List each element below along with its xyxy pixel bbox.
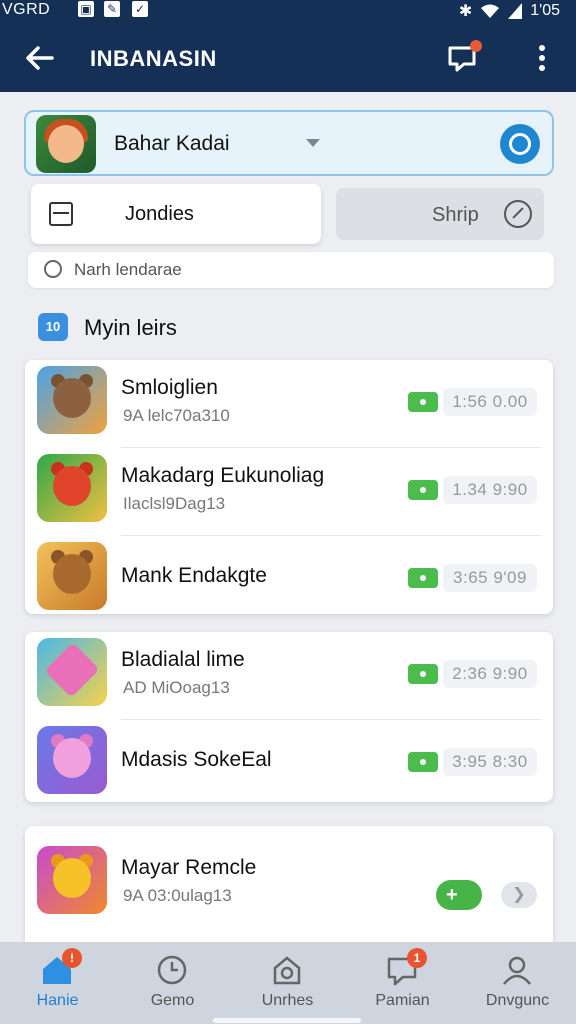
status-icons: ✱ 1'05 — [459, 1, 560, 21]
notification-badge: 1 — [407, 948, 427, 968]
list-item[interactable]: Bladialal lime AD MiOoag13 2:36 9:90 — [25, 632, 553, 720]
item-time: 1.34 9:90 — [443, 476, 537, 504]
enabled-toggle[interactable] — [408, 392, 438, 412]
item-title: Mank Endakgte — [121, 564, 267, 587]
chevron-down-icon[interactable] — [306, 139, 320, 147]
nav-label: Unrhes — [261, 992, 314, 1009]
info-icon — [44, 260, 62, 278]
item-title: Bladialal lime — [121, 648, 245, 671]
app-list-card: Mayar Remcle 9A 03:0ulag13 + ❯ — [25, 826, 553, 942]
chat-badge — [470, 40, 482, 52]
nav-label: Hanie — [36, 992, 79, 1009]
gamepad-icon — [273, 956, 301, 985]
enabled-toggle[interactable] — [408, 568, 438, 588]
search-hint-bar[interactable]: Narh lendarae — [28, 252, 554, 288]
nav-item-profile[interactable]: Dnvgunc — [460, 942, 575, 1024]
fox-app-icon — [37, 454, 107, 522]
bear-app-icon — [37, 542, 107, 610]
image-notification-icon: ▣ — [78, 1, 94, 17]
list-item[interactable]: Mdasis SokeEal 3:95 8:30 — [25, 720, 553, 802]
home-indicator — [213, 1018, 361, 1023]
list-item[interactable]: Mayar Remcle 9A 03:0ulag13 + ❯ — [25, 840, 553, 928]
enabled-toggle[interactable] — [408, 664, 438, 684]
enabled-toggle[interactable] — [408, 480, 438, 500]
item-time: 1:56 0.00 — [443, 388, 537, 416]
bear-app-icon — [37, 726, 107, 794]
list-item[interactable]: Smloiglien 9A lelc70a310 1:56 0.00 — [25, 360, 553, 448]
enabled-toggle[interactable] — [408, 752, 438, 772]
bear-app-icon — [37, 366, 107, 434]
chat-icon[interactable] — [444, 40, 484, 76]
item-subtitle: AD MiOoag13 — [123, 678, 230, 697]
item-subtitle: 9A lelc70a310 — [123, 406, 230, 425]
more-options-icon[interactable] — [530, 40, 554, 76]
wifi-icon — [481, 4, 500, 18]
list-item[interactable]: Makadarg Eukunoliag Ilaclsl9Dag13 1.34 9… — [25, 448, 553, 536]
person-icon — [503, 956, 531, 985]
bluetooth-icon: ✱ — [458, 3, 473, 20]
account-name: Bahar Kadai — [114, 132, 230, 155]
app-header: VGRD ▣ ✎ ✓ ✱ 1'05 INBANASIN — [0, 0, 576, 92]
carrier-label: VGRD — [2, 1, 51, 18]
item-title: Mdasis SokeEal — [121, 748, 272, 771]
item-title: Smloiglien — [121, 376, 218, 399]
chevron-right-icon[interactable]: ❯ — [501, 882, 537, 908]
item-title: Makadarg Eukunoliag — [121, 464, 325, 487]
primary-action-button[interactable]: Jondies — [31, 184, 321, 244]
nav-item-messages[interactable]: 1 Pamian — [345, 942, 460, 1024]
list-item[interactable]: Mank Endakgte 3:65 9'09 — [25, 536, 553, 614]
signal-icon — [508, 3, 523, 19]
primary-action-label: Jondies — [125, 203, 194, 225]
item-title: Mayar Remcle — [121, 856, 257, 879]
nav-label: Gemo — [150, 992, 195, 1009]
kite-app-icon — [37, 638, 107, 706]
item-subtitle: 9A 03:0ulag13 — [123, 886, 232, 905]
add-toggle[interactable]: + — [436, 880, 482, 910]
checkbox-icon — [49, 202, 73, 226]
nav-item-games[interactable]: Unrhes — [230, 942, 345, 1024]
check-notification-icon: ✓ — [132, 1, 148, 17]
item-time: 2:36 9:90 — [443, 660, 537, 688]
power-icon[interactable] — [500, 124, 540, 164]
secondary-action-button[interactable]: Shrip — [336, 188, 544, 240]
link-notification-icon: ✎ — [104, 1, 120, 17]
bear-app-icon — [37, 846, 107, 914]
avatar — [36, 115, 96, 173]
app-list-card: Bladialal lime AD MiOoag13 2:36 9:90 Mda… — [25, 632, 553, 802]
status-bar: VGRD ▣ ✎ ✓ ✱ 1'05 — [0, 0, 576, 22]
item-time: 3:65 9'09 — [443, 564, 537, 592]
compass-icon — [504, 200, 532, 228]
notification-badge: ! — [62, 948, 82, 968]
clock-icon — [157, 955, 187, 985]
nav-label: Pamian — [375, 992, 430, 1009]
bottom-navigation: ! Hanie Gemo Unrhes 1 Pamian Dnvgunc — [0, 942, 576, 1024]
app-list-card: Smloiglien 9A lelc70a310 1:56 0.00 Makad… — [25, 360, 553, 614]
item-time: 3:95 8:30 — [443, 748, 537, 776]
clock: 1'05 — [530, 2, 560, 19]
page-title: INBANASIN — [90, 46, 217, 71]
nav-label: Dnvgunc — [485, 992, 550, 1009]
nav-item-home[interactable]: ! Hanie — [0, 942, 115, 1024]
section-badge: 10 — [38, 313, 68, 341]
nav-item-clock[interactable]: Gemo — [115, 942, 230, 1024]
secondary-action-label: Shrip — [432, 204, 479, 226]
hint-text: Narh lendarae — [74, 260, 182, 279]
back-arrow-icon[interactable] — [22, 40, 58, 76]
section-title: Myin leirs — [84, 315, 177, 340]
item-subtitle: Ilaclsl9Dag13 — [123, 494, 226, 513]
account-selector[interactable]: Bahar Kadai — [24, 110, 554, 176]
